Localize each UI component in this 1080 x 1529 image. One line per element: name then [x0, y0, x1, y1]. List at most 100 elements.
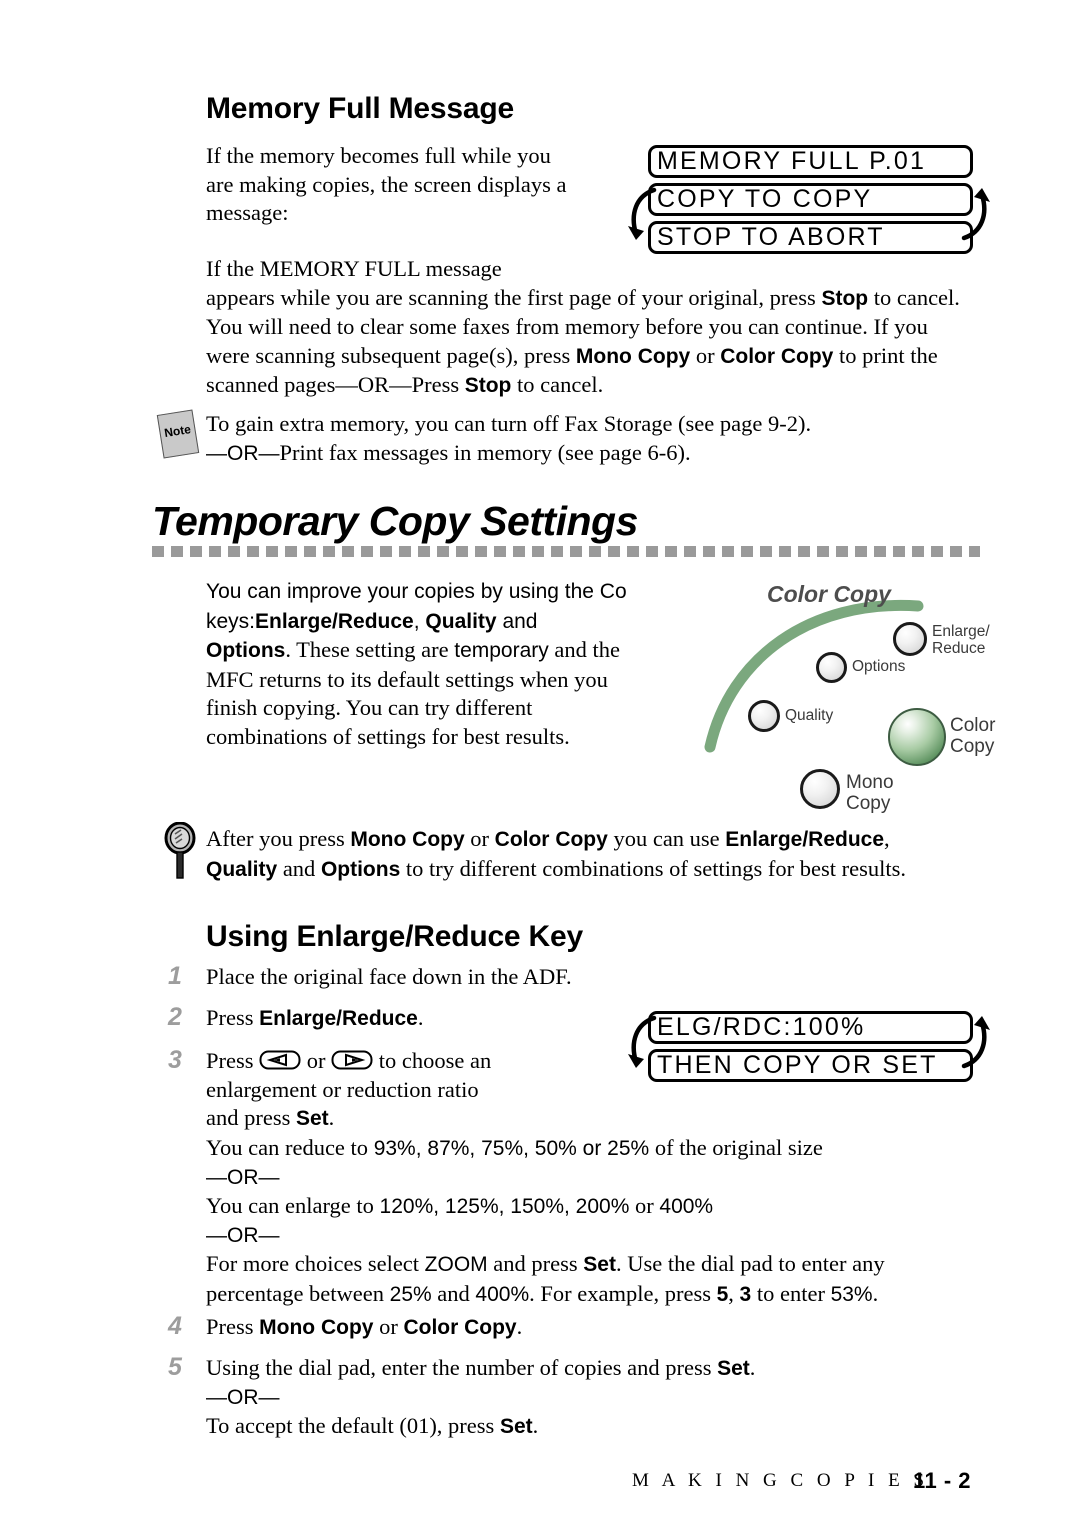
lcd2-line-1: ELG/RDC:100% [648, 1011, 973, 1044]
tcs-and: and [496, 609, 538, 633]
step-3-pre: Press [206, 1048, 260, 1073]
panel-button-mono-copy[interactable] [800, 769, 840, 809]
note-icon: Note [156, 409, 200, 459]
body-rest: appears while you are scanning the first… [206, 284, 966, 401]
reduce-values: 93%, 87%, 75%, 50% or 25% [373, 1137, 650, 1160]
memory-full-intro-paragraph: If the memory becomes full while you are… [206, 142, 626, 228]
lcd-line-1: MEMORY FULL P.01 [648, 145, 973, 178]
lcd2-line-2: THEN COPY OR SET [648, 1049, 973, 1082]
step-5-pre: Using the dial pad, enter the number of … [206, 1355, 718, 1380]
note-or-label: —OR— [206, 441, 280, 465]
tcs-keys-label: keys: [206, 609, 256, 633]
key-enlarge-reduce-2: Enlarge/Reduce [725, 828, 885, 851]
reduce-post: of the original size [649, 1135, 823, 1160]
key-enlarge-reduce-3: Enlarge/Reduce [259, 1007, 418, 1030]
zoom2-post: to enter [751, 1280, 831, 1306]
note-line-2: —OR—Print fax messages in memory (see pa… [206, 439, 976, 469]
step-4-pre: Press [206, 1314, 260, 1339]
panel-button-quality[interactable] [748, 700, 780, 732]
cycle-arrow-right-icon [961, 188, 990, 241]
step-5-line3-pre: To accept the default (01), press [206, 1413, 500, 1438]
panel-label-enlarge-reduce: Enlarge/ Reduce [932, 623, 990, 657]
zoom-post: . Use the dial pad to enter any [615, 1251, 885, 1276]
panel-label-enlarge-reduce-line1: Enlarge/ [932, 623, 990, 640]
step-5-line3-post: . [532, 1413, 539, 1438]
step-number-4: 4 [168, 1312, 182, 1340]
zoom-example-value: 53% [830, 1282, 873, 1306]
key-digit-3: 3 [739, 1282, 752, 1306]
lcd2-line-1-text: ELG/RDC:100% [657, 1013, 866, 1041]
panel-label-mono-copy: Mono Copy [846, 772, 894, 814]
note-line-1: To gain extra memory, you can turn off F… [206, 411, 812, 436]
step-number-1: 1 [168, 962, 182, 990]
lcd2-line-2-text: THEN COPY OR SET [657, 1051, 938, 1079]
step-5-post: . [749, 1355, 756, 1380]
zoom-line-2: percentage between 25% and 400%. For exa… [206, 1280, 986, 1310]
tcs-line-6: combinations of settings for best result… [206, 723, 570, 749]
section-heading-using-enlarge-reduce: Using Enlarge/Reduce Key [206, 920, 583, 953]
cycle-arrow-left-icon [628, 187, 657, 240]
panel-button-color-copy[interactable] [888, 708, 946, 766]
step-3-line3-post: . [328, 1105, 335, 1130]
note-paragraph: To gain extra memory, you can turn off F… [206, 410, 976, 468]
footer-chapter-title: M A K I N G C O P I E S [632, 1470, 929, 1491]
key-options-1: Options [206, 639, 286, 662]
tcs-line-5: finish copying. You can try different [206, 695, 533, 720]
arrow-left-key-icon[interactable] [259, 1049, 301, 1071]
step-2-pre: Press [206, 1005, 260, 1030]
arrow-right-key-icon[interactable] [331, 1049, 373, 1071]
tip-text-or: or [464, 826, 495, 851]
panel-button-enlarge-reduce[interactable] [893, 622, 927, 656]
tcs-line-1: You can improve your copies by using the… [206, 580, 627, 603]
tip-paragraph: After you press Mono Copy or Color Copy … [206, 825, 966, 884]
or-separator-2: —OR— [206, 1223, 280, 1247]
lcd-line-3: STOP TO ABORT [648, 221, 973, 254]
step-3-line-3: and press Set. [206, 1104, 636, 1134]
reduce-line: You can reduce to 93%, 87%, 75%, 50% or … [206, 1134, 986, 1164]
zoom2-and: and [431, 1280, 476, 1306]
intro-line-2: are making copies, the screen displays a [206, 171, 567, 197]
step-4-post: . [516, 1314, 523, 1339]
panel-button-options[interactable] [816, 652, 847, 683]
step-4-mid: or [373, 1314, 404, 1339]
step-2-post: . [417, 1005, 424, 1030]
panel-label-options: Options [852, 658, 906, 675]
tip-text-a: After you press [206, 826, 351, 851]
step-3-text: Press or to choose an enlargement or red… [206, 1047, 636, 1134]
key-color-copy-1: Color Copy [720, 344, 834, 368]
zoom2-end: . [872, 1280, 879, 1306]
enlarge-mid: or [629, 1193, 660, 1218]
step-3-mid: or [301, 1048, 332, 1073]
zoom2-comma: , [728, 1280, 740, 1306]
tcs-line-2: keys:Enlarge/Reduce, Quality and [206, 607, 726, 637]
key-enlarge-reduce-1: Enlarge/Reduce [255, 609, 414, 633]
zoom-mid: and press [487, 1251, 584, 1276]
note-line-2-text: Print fax messages in memory (see page 6… [279, 439, 691, 465]
key-set-4: Set [499, 1415, 533, 1438]
step-5-line-1: Using the dial pad, enter the number of … [206, 1354, 906, 1384]
step-3-post: to choose an [373, 1048, 492, 1073]
body-text-or: or [690, 342, 721, 368]
panel-label-quality: Quality [785, 707, 834, 724]
key-color-copy-3: Color Copy [403, 1316, 517, 1339]
tcs-after-temporary: and the [548, 637, 620, 662]
lcd-line-3-text: STOP TO ABORT [657, 223, 885, 251]
cycle-arrow-right-icon-2 [961, 1016, 990, 1069]
zoom-line-1: For more choices select ZOOM and press S… [206, 1250, 986, 1280]
zoom-max-value: 400% [475, 1282, 530, 1306]
step-5-text: Using the dial pad, enter the number of … [206, 1354, 906, 1442]
body-line-1: If the MEMORY FULL message [206, 256, 502, 281]
note-icon-label: Note [163, 422, 192, 441]
key-stop-1: Stop [821, 286, 869, 310]
enlarge-values-2: 400% [659, 1195, 714, 1218]
key-quality-1: Quality [425, 609, 497, 633]
footer-page-number: 11 - 2 [913, 1468, 972, 1493]
lcd-display-memory-full: MEMORY FULL P.01 COPY TO COPY STOP TO AB… [648, 145, 973, 259]
key-set-3: Set [717, 1357, 750, 1380]
panel-label-color-copy: Color Copy [950, 715, 995, 757]
tcs-after-options: . These setting are [285, 637, 455, 662]
key-set-2: Set [583, 1253, 616, 1276]
enlarge-line: You can enlarge to 120%, 125%, 150%, 200… [206, 1192, 986, 1222]
zoom-keyword: ZOOM [424, 1253, 488, 1276]
intro-line-1: If the memory becomes full while you [206, 143, 551, 168]
